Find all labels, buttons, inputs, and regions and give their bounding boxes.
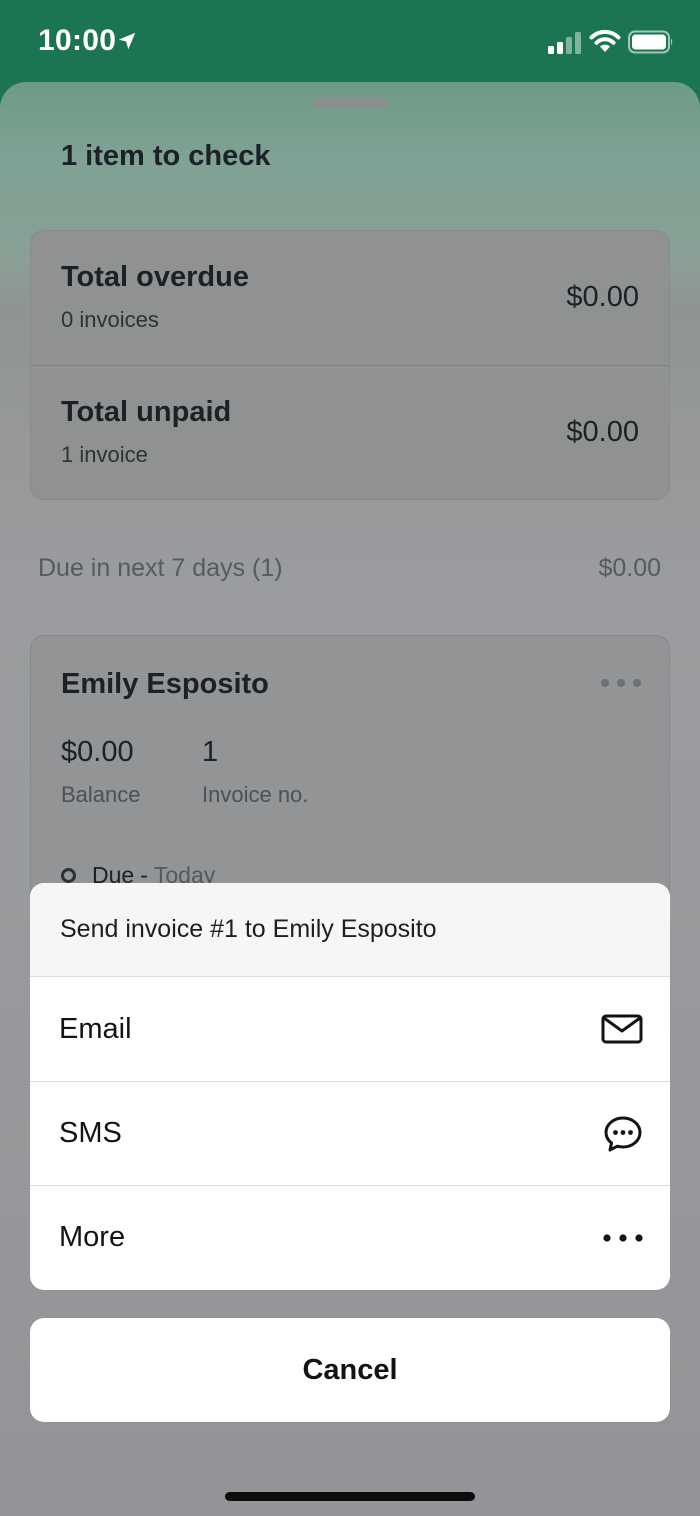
sheet-grabber[interactable]: [313, 98, 389, 108]
total-unpaid-row[interactable]: Total unpaid 1 invoice $0.00: [31, 366, 669, 501]
location-arrow-icon: [118, 32, 136, 50]
card-more-icon[interactable]: [601, 676, 641, 690]
invoices-sheet: 1 item to check Total overdue 0 invoices…: [0, 82, 700, 1516]
status-time: 10:00: [38, 24, 117, 57]
total-unpaid-amount: $0.00: [566, 416, 639, 448]
balance-value: $0.00: [61, 736, 134, 768]
email-option-label: Email: [59, 1012, 132, 1045]
status-bar: 10:00: [0, 0, 700, 84]
screen: 10:00 1 item to check Total overdue 0 in…: [0, 0, 700, 1516]
status-dot-icon: [61, 868, 76, 883]
action-sheet-title: Send invoice #1 to Emily Esposito: [30, 883, 670, 977]
home-indicator[interactable]: [225, 1492, 475, 1501]
cancel-button[interactable]: Cancel: [30, 1318, 670, 1422]
sms-option-label: SMS: [59, 1117, 122, 1149]
wifi-icon: [589, 29, 621, 52]
more-dots-icon: [603, 1233, 643, 1242]
sheet-title: 1 item to check: [61, 140, 271, 172]
balance-label: Balance: [61, 782, 141, 807]
summary-card: Total overdue 0 invoices $0.00 Total unp…: [30, 230, 670, 500]
total-overdue-amount: $0.00: [566, 281, 639, 313]
chat-bubble-icon: [604, 1116, 642, 1151]
total-overdue-count: 0 invoices: [61, 307, 159, 332]
total-unpaid-count: 1 invoice: [61, 442, 148, 467]
due-section-amount: $0.00: [598, 554, 661, 582]
cellular-signal-icon: [548, 32, 582, 54]
more-option[interactable]: More: [30, 1185, 670, 1289]
more-option-label: More: [59, 1221, 126, 1253]
sms-option[interactable]: SMS: [30, 1081, 670, 1185]
total-unpaid-title: Total unpaid: [61, 396, 232, 428]
total-overdue-row[interactable]: Total overdue 0 invoices $0.00: [31, 231, 669, 366]
email-option[interactable]: Email: [30, 977, 670, 1081]
invoice-number-value: 1: [202, 736, 219, 768]
total-overdue-title: Total overdue: [61, 261, 249, 293]
battery-icon: [628, 30, 673, 54]
customer-name: Emily Esposito: [61, 668, 269, 700]
invoice-number-label: Invoice no.: [202, 782, 309, 807]
envelope-icon: [601, 1014, 643, 1044]
due-section-label: Due in next 7 days (1): [38, 554, 283, 582]
send-invoice-action-sheet: Send invoice #1 to Emily Esposito Email …: [30, 883, 670, 1290]
